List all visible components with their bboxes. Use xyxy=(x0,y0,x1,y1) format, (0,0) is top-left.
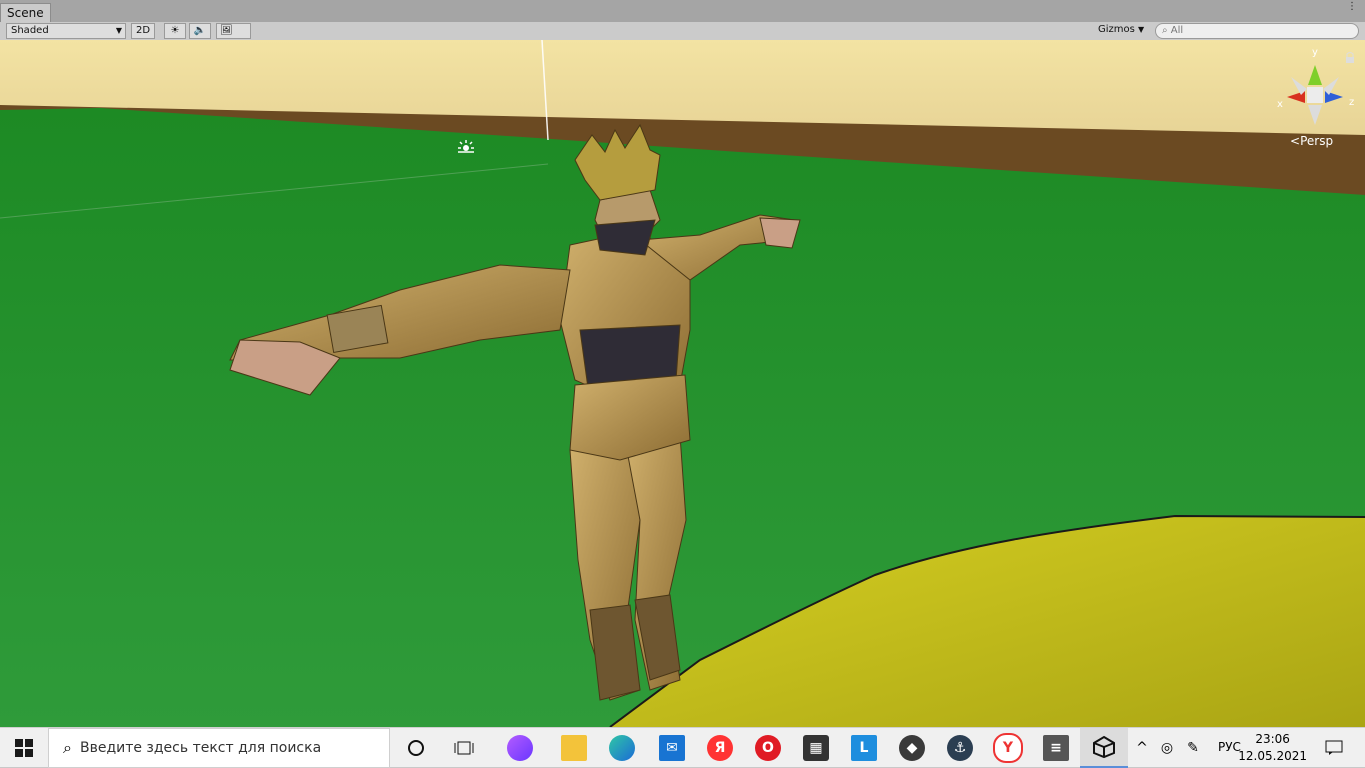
toggle-2d-button[interactable]: 2D xyxy=(131,23,155,39)
world-of-tanks-icon[interactable]: ◆ xyxy=(896,728,928,768)
projection-label[interactable]: <Persp xyxy=(1290,134,1333,148)
z-axis-label: z xyxy=(1349,97,1354,108)
clock-time: 23:06 xyxy=(1255,732,1290,746)
gizmos-dropdown[interactable]: Gizmos ▼ xyxy=(1095,23,1148,39)
effects-dropdown[interactable]: 🖼 ▼ xyxy=(216,23,251,49)
search-icon: ⌕ xyxy=(63,738,72,757)
clock-date: 12.05.2021 xyxy=(1238,749,1307,763)
start-button[interactable] xyxy=(0,728,48,768)
sun-icon: ☀ xyxy=(170,25,180,36)
y-axis-label: y xyxy=(1312,47,1318,58)
scene-tab-bar: Scene ⋮ xyxy=(0,0,1365,23)
tab-menu-icon[interactable]: ⋮ xyxy=(1347,1,1357,12)
scene-toolbar: Shaded ▼ 2D ☀ 🔈 🖼 ▼ Gizmos ▼ ⌕ All xyxy=(0,22,1365,49)
file-explorer-icon[interactable] xyxy=(558,728,590,768)
notifications-icon[interactable] xyxy=(1318,728,1350,768)
search-placeholder: All xyxy=(1170,25,1184,36)
world-of-warships-icon[interactable]: ⚓ xyxy=(944,728,976,768)
mail-icon[interactable]: ✉ xyxy=(656,728,688,768)
shading-mode-label: Shaded xyxy=(11,25,49,36)
hierarchy-search-input[interactable]: ⌕ All xyxy=(1155,23,1359,39)
archive-icon[interactable]: ≡ xyxy=(1040,728,1072,768)
chevron-down-icon: ▼ xyxy=(115,26,122,35)
scene-viewport[interactable]: y x z <Persp xyxy=(0,40,1365,727)
x-axis-label: x xyxy=(1277,99,1283,110)
pen-icon[interactable]: ✎ xyxy=(1182,728,1204,768)
windows-logo-icon xyxy=(15,739,33,757)
taskbar-search-placeholder: Введите здесь текст для поиска xyxy=(79,740,322,756)
unity-icon[interactable] xyxy=(1080,728,1128,768)
speaker-icon: 🔈 xyxy=(193,25,207,36)
l-app-icon[interactable]: L xyxy=(848,728,880,768)
alice-icon[interactable] xyxy=(504,728,536,768)
shading-mode-dropdown[interactable]: Shaded ▼ xyxy=(6,23,126,39)
image-icon: 🖼 xyxy=(220,25,233,36)
scene-tab[interactable]: Scene xyxy=(0,3,51,22)
webcam-icon[interactable]: ◎ xyxy=(1156,728,1178,768)
taskbar-search-box[interactable]: ⌕ Введите здесь текст для поиска xyxy=(48,728,390,768)
windows-taskbar: ⌕ Введите здесь текст для поиска ✉ Я O ▦… xyxy=(0,727,1365,768)
cortana-icon[interactable] xyxy=(400,728,432,768)
lighting-toggle-button[interactable]: ☀ xyxy=(164,23,186,39)
task-view-icon[interactable] xyxy=(448,728,480,768)
yandex-browser-icon[interactable]: Y xyxy=(992,728,1024,768)
gizmos-label: Gizmos xyxy=(1098,24,1135,35)
clock[interactable]: 23:06 12.05.2021 xyxy=(1238,731,1307,765)
opera-icon[interactable]: O xyxy=(752,728,784,768)
scene-render: y x z <Persp xyxy=(0,40,1365,727)
chevron-down-icon: ▼ xyxy=(1138,25,1145,34)
show-hidden-icons-chevron-up-icon[interactable]: ^ xyxy=(1132,728,1152,768)
yandex-icon[interactable]: Я xyxy=(704,728,736,768)
chevron-left-icon: < xyxy=(1290,134,1300,148)
edge-icon[interactable] xyxy=(606,728,638,768)
search-icon: ⌕ xyxy=(1162,25,1168,36)
audio-toggle-button[interactable]: 🔈 xyxy=(189,23,211,39)
store-icon[interactable]: ▦ xyxy=(800,728,832,768)
